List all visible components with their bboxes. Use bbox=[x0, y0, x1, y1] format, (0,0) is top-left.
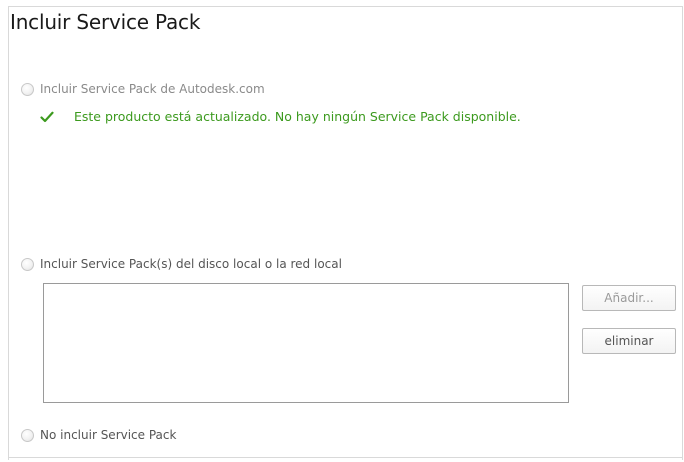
service-pack-list[interactable] bbox=[43, 283, 569, 403]
option-local-row[interactable]: Incluir Service Pack(s) del disco local … bbox=[21, 257, 342, 271]
update-status: Este producto está actualizado. No hay n… bbox=[40, 109, 521, 124]
add-button[interactable]: Añadir... bbox=[582, 285, 676, 311]
radio-local[interactable] bbox=[21, 257, 34, 271]
radio-none[interactable] bbox=[21, 428, 34, 442]
remove-button[interactable]: eliminar bbox=[582, 328, 676, 354]
update-status-text: Este producto está actualizado. No hay n… bbox=[74, 109, 521, 124]
radio-local-label: Incluir Service Pack(s) del disco local … bbox=[40, 257, 342, 271]
option-autodesk-row[interactable]: Incluir Service Pack de Autodesk.com bbox=[21, 82, 265, 96]
radio-none-label: No incluir Service Pack bbox=[40, 428, 177, 442]
section-title: Incluir Service Pack bbox=[10, 10, 201, 34]
option-none-row[interactable]: No incluir Service Pack bbox=[21, 428, 176, 442]
radio-autodesk[interactable] bbox=[21, 82, 34, 96]
check-icon bbox=[40, 111, 54, 122]
radio-autodesk-label: Incluir Service Pack de Autodesk.com bbox=[40, 82, 265, 96]
panel-bottom-divider bbox=[8, 457, 683, 458]
